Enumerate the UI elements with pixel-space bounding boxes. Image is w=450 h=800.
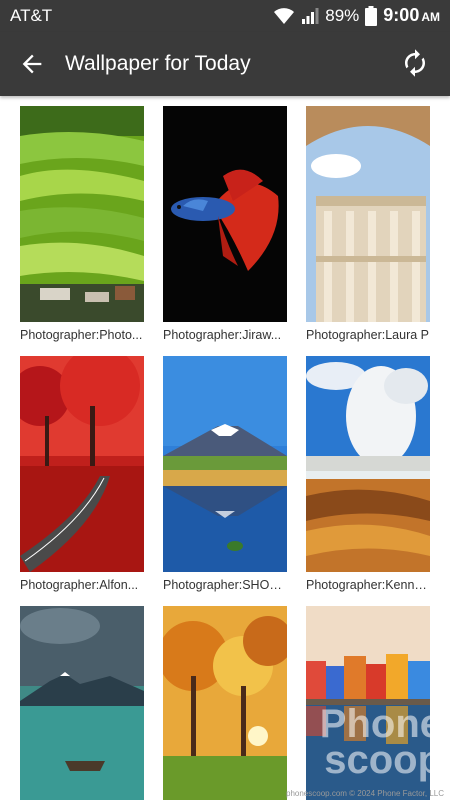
photographer-caption: Photographer:Laura P	[306, 328, 430, 342]
status-bar: AT&T 89% 9:00 AM	[0, 0, 450, 32]
wallpaper-thumbnail[interactable]	[20, 356, 144, 572]
signal-icon	[302, 7, 319, 24]
photographer-caption: Photographer:Alfon...	[20, 578, 139, 592]
wallpaper-tile-ancient-library[interactable]: Photographer:Laura P	[306, 106, 430, 342]
wallpaper-tile-autumn-trees[interactable]	[163, 606, 287, 800]
arrow-left-icon[interactable]	[18, 50, 46, 78]
battery-icon	[365, 5, 378, 26]
wifi-icon	[274, 7, 295, 24]
wallpaper-thumbnail[interactable]	[163, 106, 287, 322]
wallpaper-grid: Photographer:Photo... Photographer:Jiraw…	[0, 96, 450, 800]
photographer-caption: Photographer:Kenne...	[306, 578, 430, 592]
watermark-line2: scoop	[324, 738, 442, 782]
carrier-label: AT&T	[10, 6, 53, 25]
app-bar: Wallpaper for Today	[0, 32, 450, 96]
wallpaper-thumbnail[interactable]	[306, 356, 430, 572]
wallpaper-thumbnail[interactable]	[163, 356, 287, 572]
wallpaper-thumbnail[interactable]	[163, 606, 287, 800]
wallpaper-thumbnail[interactable]	[20, 606, 144, 800]
wallpaper-tile-geyser[interactable]: Photographer:Kenne...	[306, 356, 430, 592]
watermark-credit: phonescoop.com © 2024 Phone Factor, LLC	[286, 789, 444, 798]
wallpaper-tile-betta-fish[interactable]: Photographer:Jiraw...	[163, 106, 287, 342]
wallpaper-tile-red-forest-road[interactable]: Photographer:Alfon...	[20, 356, 144, 592]
clock-ampm: AM	[421, 10, 440, 24]
battery-percent: 89%	[325, 5, 360, 25]
refresh-icon[interactable]	[400, 48, 430, 78]
photographer-caption: Photographer:Jiraw...	[163, 328, 282, 342]
status-icons: 89% 9:00 AM	[273, 5, 440, 26]
wallpaper-tile-rice-terraces[interactable]: Photographer:Photo...	[20, 106, 144, 342]
wallpaper-tile-lake-boat[interactable]	[20, 606, 144, 800]
watermark-logo: Phone scoop	[319, 702, 442, 782]
wallpaper-tile-mount-fuji[interactable]: Photographer:SHOS...	[163, 356, 287, 592]
clock: 9:00	[383, 5, 420, 25]
watermark-line1: Phone	[319, 702, 442, 746]
wallpaper-thumbnail[interactable]	[20, 106, 144, 322]
page-title: Wallpaper for Today	[65, 52, 251, 75]
wallpaper-thumbnail[interactable]	[306, 106, 430, 322]
photographer-caption: Photographer:Photo...	[20, 328, 143, 342]
photographer-caption: Photographer:SHOS...	[163, 578, 287, 592]
